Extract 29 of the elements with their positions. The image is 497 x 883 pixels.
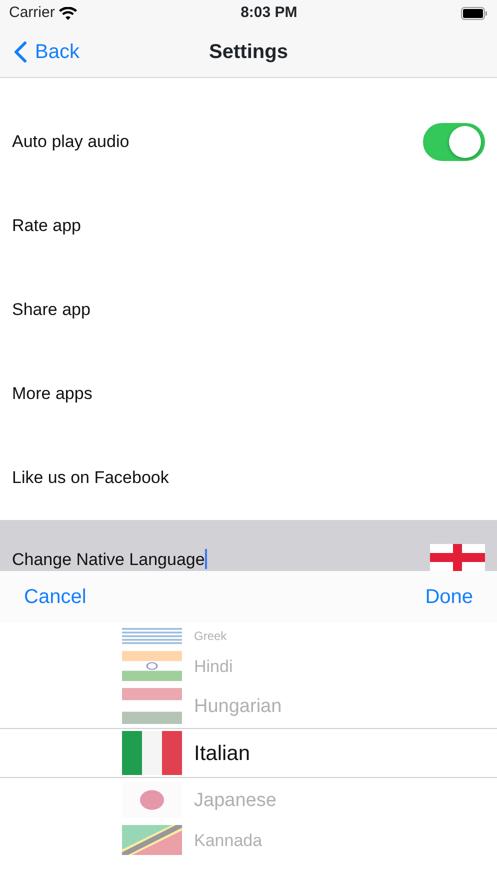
- done-button[interactable]: Done: [425, 582, 473, 612]
- status-time: 8:03 PM: [240, 2, 298, 23]
- picker-option[interactable]: Japanese: [0, 778, 497, 822]
- battery-icon: [460, 6, 488, 20]
- picker-option[interactable]: Italian: [0, 728, 497, 778]
- back-button[interactable]: Back: [0, 36, 80, 66]
- toggle-switch[interactable]: [423, 123, 485, 161]
- setting-label: Share app: [12, 299, 90, 322]
- text-cursor: [204, 549, 207, 570]
- flag-icon: [122, 688, 182, 724]
- setting-label: Change Native Language: [12, 548, 205, 570]
- picker-option[interactable]: Hindi: [0, 648, 497, 684]
- language-row[interactable]: Change Native Language: [0, 520, 497, 571]
- flag-icon: [122, 628, 182, 644]
- picker-option[interactable]: Greek: [0, 624, 497, 648]
- cancel-button[interactable]: Cancel: [24, 582, 86, 612]
- picker-option[interactable]: Kannada: [0, 822, 497, 858]
- flag-icon: [122, 825, 182, 855]
- picker-option[interactable]: Hungarian: [0, 684, 497, 728]
- setting-label: Rate app: [12, 215, 81, 238]
- setting-label: Like us on Facebook: [12, 467, 169, 490]
- flag-icon: [122, 731, 182, 775]
- chevron-left-icon: [14, 40, 27, 62]
- carrier-label: Carrier: [9, 2, 55, 23]
- flag-icon: [122, 651, 182, 681]
- wifi-icon: [58, 6, 77, 20]
- setting-label: Auto play audio: [12, 131, 130, 154]
- setting-label: More apps: [12, 383, 92, 406]
- screen-title: Settings: [209, 40, 288, 64]
